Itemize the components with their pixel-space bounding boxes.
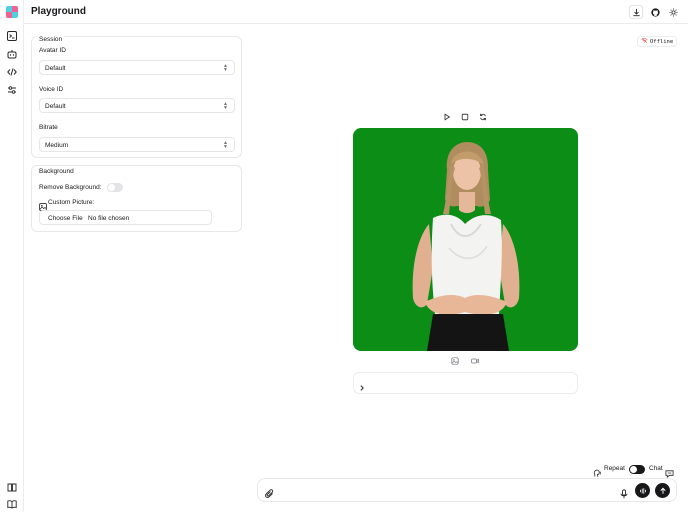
audio-lines-icon bbox=[639, 487, 646, 494]
background-card: Background Remove Background: Custom Pic… bbox=[31, 165, 242, 232]
remove-background-label: Remove Background: bbox=[39, 184, 102, 191]
voice-id-label: Voice ID bbox=[39, 86, 64, 93]
download-icon[interactable] bbox=[629, 5, 643, 19]
chat-input-bar[interactable] bbox=[257, 478, 677, 502]
chat-label: Chat bbox=[649, 465, 663, 472]
custom-picture-input[interactable]: Choose File No file chosen bbox=[39, 210, 212, 225]
microphone-icon[interactable] bbox=[619, 486, 629, 499]
voice-id-select[interactable]: Default ▲ ▼ bbox=[39, 98, 235, 113]
book-icon[interactable] bbox=[4, 480, 20, 494]
paperclip-icon[interactable] bbox=[265, 486, 275, 498]
session-card: Session Avatar ID Default ▲ ▼ Voice ID De… bbox=[31, 36, 242, 158]
avatar-id-label: Avatar ID bbox=[39, 47, 66, 54]
top-header: Playground bbox=[24, 0, 688, 24]
code-icon[interactable] bbox=[4, 65, 20, 79]
avatar-id-select[interactable]: Default ▲ ▼ bbox=[39, 60, 235, 75]
avatar-figure bbox=[412, 142, 520, 351]
session-title: Session bbox=[37, 36, 65, 43]
sliders-icon[interactable] bbox=[4, 83, 20, 97]
bitrate-value: Medium bbox=[45, 142, 69, 149]
chevron-up-down-icon: ▲ ▼ bbox=[223, 101, 228, 111]
chat-bubble-icon bbox=[665, 465, 674, 478]
book-open-icon[interactable] bbox=[4, 497, 20, 511]
github-icon[interactable] bbox=[648, 5, 662, 19]
background-title: Background bbox=[39, 168, 74, 175]
transcript-panel[interactable] bbox=[353, 372, 578, 394]
voice-chat-button[interactable] bbox=[635, 483, 650, 498]
choose-file-button[interactable]: Choose File bbox=[48, 215, 83, 222]
remove-background-toggle[interactable] bbox=[107, 183, 123, 192]
repeat-chat-toggle[interactable] bbox=[629, 465, 645, 474]
terminal-icon[interactable] bbox=[4, 29, 20, 43]
arrow-up-icon bbox=[659, 487, 666, 494]
bitrate-label: Bitrate bbox=[39, 124, 58, 131]
wifi-off-icon bbox=[641, 37, 648, 46]
sun-icon[interactable] bbox=[666, 5, 680, 19]
logo-icon bbox=[6, 6, 18, 18]
bitrate-select[interactable]: Medium ▲ ▼ bbox=[39, 137, 235, 152]
status-text: Offline bbox=[650, 38, 674, 45]
video-camera-icon[interactable] bbox=[469, 355, 481, 367]
avatar-video bbox=[353, 128, 578, 351]
voice-id-value: Default bbox=[45, 103, 66, 110]
chevron-right-icon[interactable] bbox=[358, 379, 366, 391]
play-icon[interactable] bbox=[441, 111, 453, 123]
file-status: No file chosen bbox=[88, 215, 130, 222]
image-icon[interactable] bbox=[449, 355, 461, 367]
image-icon bbox=[39, 198, 47, 211]
chevron-up-down-icon: ▲ ▼ bbox=[223, 63, 228, 73]
repeat-label: Repeat bbox=[604, 465, 625, 472]
avatar-id-value: Default bbox=[45, 65, 66, 72]
page-title: Playground bbox=[31, 6, 87, 17]
side-rail bbox=[0, 0, 24, 512]
status-badge: Offline bbox=[637, 36, 678, 47]
chevron-up-down-icon: ▲ ▼ bbox=[223, 140, 228, 150]
custom-picture-label: Custom Picture: bbox=[48, 199, 95, 206]
stop-icon[interactable] bbox=[459, 111, 471, 123]
refresh-icon[interactable] bbox=[477, 111, 489, 123]
robot-icon[interactable] bbox=[4, 47, 20, 61]
send-button[interactable] bbox=[655, 483, 670, 498]
repeat-voice-icon bbox=[593, 465, 602, 477]
